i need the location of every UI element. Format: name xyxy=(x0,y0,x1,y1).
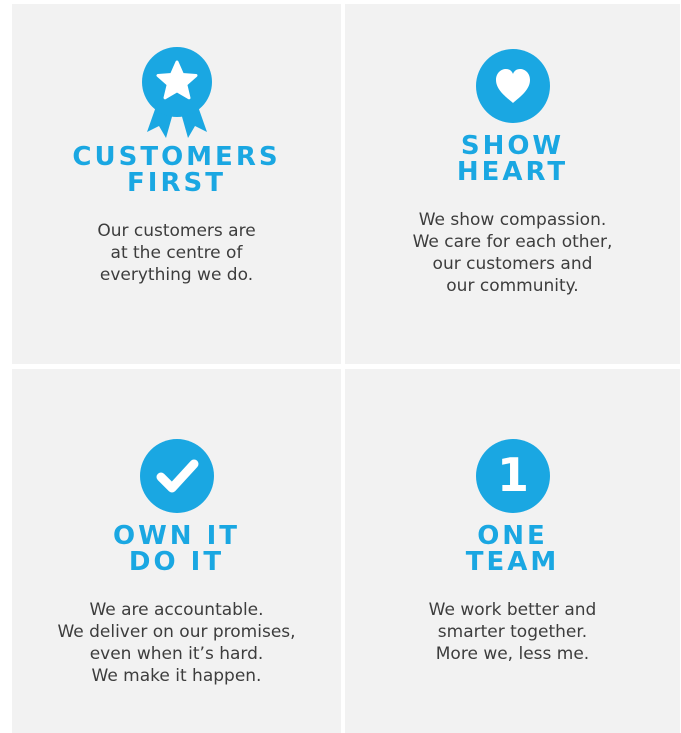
value-title: ONE TEAM xyxy=(466,523,560,575)
value-card-customers-first: CUSTOMERS FIRST Our customers are at the… xyxy=(12,4,341,364)
values-grid: CUSTOMERS FIRST Our customers are at the… xyxy=(12,4,680,733)
checkmark-icon xyxy=(139,439,214,513)
value-description: We show compassion. We care for each oth… xyxy=(412,210,613,296)
value-title-line-2: HEART xyxy=(456,157,569,187)
value-card-one-team: 1 ONE TEAM We work better and smarter to… xyxy=(345,369,680,733)
value-title: OWN IT DO IT xyxy=(113,523,240,575)
value-title-line-2: DO IT xyxy=(128,547,225,577)
value-title-line-1: SHOW xyxy=(460,131,565,161)
value-title-line-1: OWN IT xyxy=(112,521,240,551)
value-card-show-heart: SHOW HEART We show compassion. We care f… xyxy=(345,4,680,364)
heart-icon xyxy=(475,49,550,123)
number-one-icon: 1 xyxy=(475,439,550,513)
value-title-line-1: ONE xyxy=(477,521,548,551)
number-one-glyph: 1 xyxy=(496,448,528,502)
value-title: SHOW HEART xyxy=(457,133,568,185)
value-description: Our customers are at the centre of every… xyxy=(97,221,256,285)
value-card-own-it-do-it: OWN IT DO IT We are accountable. We deli… xyxy=(12,369,341,733)
value-description: We are accountable. We deliver on our pr… xyxy=(57,600,296,686)
value-title: CUSTOMERS FIRST xyxy=(72,144,280,196)
award-ribbon-icon xyxy=(141,47,212,138)
value-title-line-2: FIRST xyxy=(127,168,226,198)
value-title-line-2: TEAM xyxy=(465,547,560,577)
value-description: We work better and smarter together. Mor… xyxy=(428,600,597,664)
value-title-line-1: CUSTOMERS xyxy=(72,142,281,172)
